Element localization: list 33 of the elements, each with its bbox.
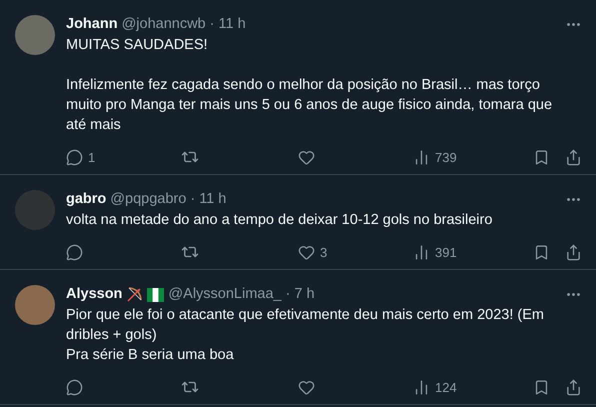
- view-count: 124: [435, 380, 457, 394]
- views-icon[interactable]: [413, 244, 430, 260]
- tweet-text: Pior que ele foi o atacante que efetivamente deu mais certo em 2023! (Em dribles + gols) Pra série B seria uma boa: [66, 306, 545, 365]
- handle-and-time: @AlyssonLimaa_ · 7 h: [168, 285, 315, 304]
- display-name[interactable]: Alysson: [66, 285, 122, 304]
- tweet-text: volta na metade do ano a tempo de deixar 10-12 gols no brasileiro: [66, 211, 494, 230]
- handle-and-time: @johanncwb · 11 h: [122, 15, 246, 34]
- reply-icon[interactable]: [66, 148, 83, 166]
- reply-icon[interactable]: [66, 244, 83, 260]
- display-name[interactable]: gabro: [66, 190, 106, 209]
- handle-and-time: @pqpgabro · 11 h: [110, 190, 226, 209]
- views-icon[interactable]: [413, 148, 430, 166]
- view-count: 391: [435, 244, 457, 260]
- share-icon[interactable]: [565, 378, 582, 396]
- bookmark-icon[interactable]: [533, 378, 550, 396]
- avatar[interactable]: [15, 285, 55, 325]
- display-name[interactable]: Johann: [66, 15, 118, 34]
- like-icon[interactable]: [298, 378, 315, 396]
- share-icon[interactable]: [565, 148, 582, 166]
- like-icon[interactable]: [298, 148, 315, 166]
- tweet-text: MUITAS SAUDADES! Infelizmente fez cagada sendo o melhor da posição no Brasil… mas torço muito pro Manga ter mais uns 5 ou 6 anos de auge fisico ainda, tomara que até mais: [66, 36, 554, 135]
- bookmark-icon[interactable]: [533, 148, 550, 166]
- bookmark-icon[interactable]: [533, 244, 550, 260]
- flag-icon: [147, 288, 164, 302]
- like-icon[interactable]: [298, 244, 315, 260]
- view-count: 739: [435, 150, 457, 164]
- views-icon[interactable]: [413, 378, 430, 396]
- like-count: 3: [320, 244, 328, 260]
- reply-count: 1: [88, 150, 96, 164]
- avatar[interactable]: [15, 15, 55, 55]
- share-icon[interactable]: [565, 244, 582, 260]
- reply-icon[interactable]: [66, 378, 83, 396]
- bow-and-arrow-icon: [126, 286, 144, 303]
